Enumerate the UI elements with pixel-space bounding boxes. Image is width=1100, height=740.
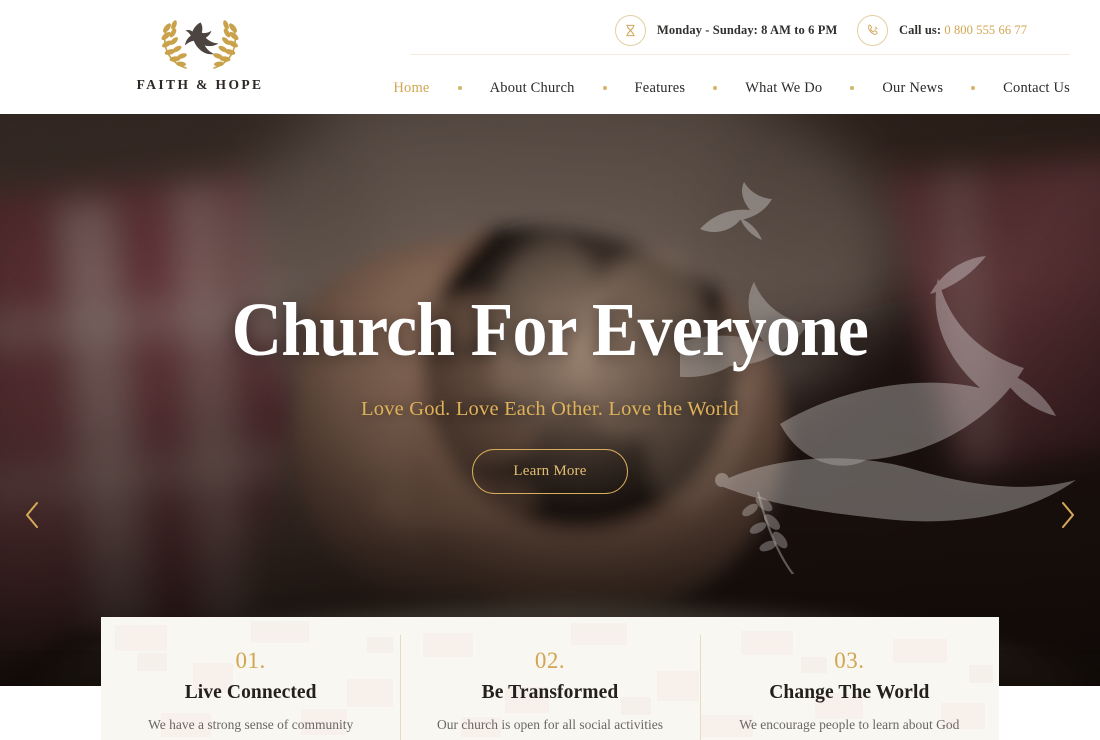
feature-card[interactable]: 02. Be Transformed Our church is open fo… <box>400 617 699 740</box>
opening-hours-text: Monday - Sunday: 8 AM to 6 PM <box>657 23 838 37</box>
slider-next-button[interactable] <box>1051 498 1085 532</box>
logo-text: FAITH & HOPE <box>136 77 264 92</box>
main-navigation: Home About Church Features What We Do Ou… <box>393 68 1070 108</box>
phone-handset-icon <box>857 15 888 46</box>
hourglass-icon <box>615 15 646 46</box>
chevron-left-icon <box>26 502 38 528</box>
dot-separator-icon <box>602 86 607 90</box>
dot-separator-icon <box>850 86 855 90</box>
dot-separator-icon <box>457 86 462 90</box>
feature-description: Our church is open for all social activi… <box>436 716 664 732</box>
learn-more-button[interactable]: Learn More <box>472 449 628 494</box>
nav-item-what-we-do[interactable]: What We Do <box>745 80 822 97</box>
features-grid: 01. Live Connected We have a strong sens… <box>101 617 999 740</box>
opening-hours: Monday - Sunday: 8 AM to 6 PM <box>615 15 837 46</box>
phone-label: Call us: <box>899 23 942 37</box>
nav-item-our-news[interactable]: Our News <box>882 80 943 97</box>
hero-subtitle: Love God. Love Each Other. Love the Worl… <box>361 398 739 420</box>
nav-item-features[interactable]: Features <box>635 80 686 97</box>
feature-description: We have a strong sense of community <box>148 716 354 732</box>
feature-number: 02. <box>534 648 566 673</box>
feature-number: 03. <box>834 648 865 673</box>
dot-separator-icon <box>713 86 718 90</box>
chevron-right-icon <box>1062 502 1074 528</box>
church-homepage: FAITH & HOPE Monday - Sunday: 8 AM to 6 … <box>0 0 1100 740</box>
site-header: FAITH & HOPE Monday - Sunday: 8 AM to 6 … <box>0 0 1100 114</box>
phone-number[interactable]: 0 800 555 66 77 <box>944 23 1027 37</box>
features-panel: 01. Live Connected We have a strong sens… <box>101 617 999 740</box>
feature-description: We encourage people to learn about God <box>739 716 960 732</box>
nav-item-home[interactable]: Home <box>393 80 429 97</box>
hero-content: Church For Everyone Love God. Love Each … <box>0 114 1100 686</box>
feature-card[interactable]: 03. Change The World We encourage people… <box>699 617 999 740</box>
dove-laurel-wreath-icon <box>161 20 239 69</box>
hero-slider: Church For Everyone Love God. Love Each … <box>0 114 1100 686</box>
site-logo[interactable]: FAITH & HOPE <box>100 12 300 93</box>
hero-title: Church For Everyone <box>231 288 869 372</box>
dot-separator-icon <box>971 86 976 90</box>
phone-text: Call us: 0 800 555 66 77 <box>899 23 1027 38</box>
contact-phone[interactable]: Call us: 0 800 555 66 77 <box>857 15 1027 46</box>
feature-number: 01. <box>235 648 266 673</box>
nav-item-about-church[interactable]: About Church <box>490 80 575 97</box>
nav-item-contact-us[interactable]: Contact Us <box>1003 80 1070 97</box>
top-info-bar: Monday - Sunday: 8 AM to 6 PM Call us: 0… <box>410 12 1070 50</box>
slider-prev-button[interactable] <box>15 498 49 532</box>
header-divider <box>410 54 1070 55</box>
feature-title: Be Transformed <box>481 682 619 703</box>
feature-title: Live Connected <box>184 682 317 703</box>
feature-title: Change The World <box>769 682 930 703</box>
feature-card[interactable]: 01. Live Connected We have a strong sens… <box>101 617 400 740</box>
